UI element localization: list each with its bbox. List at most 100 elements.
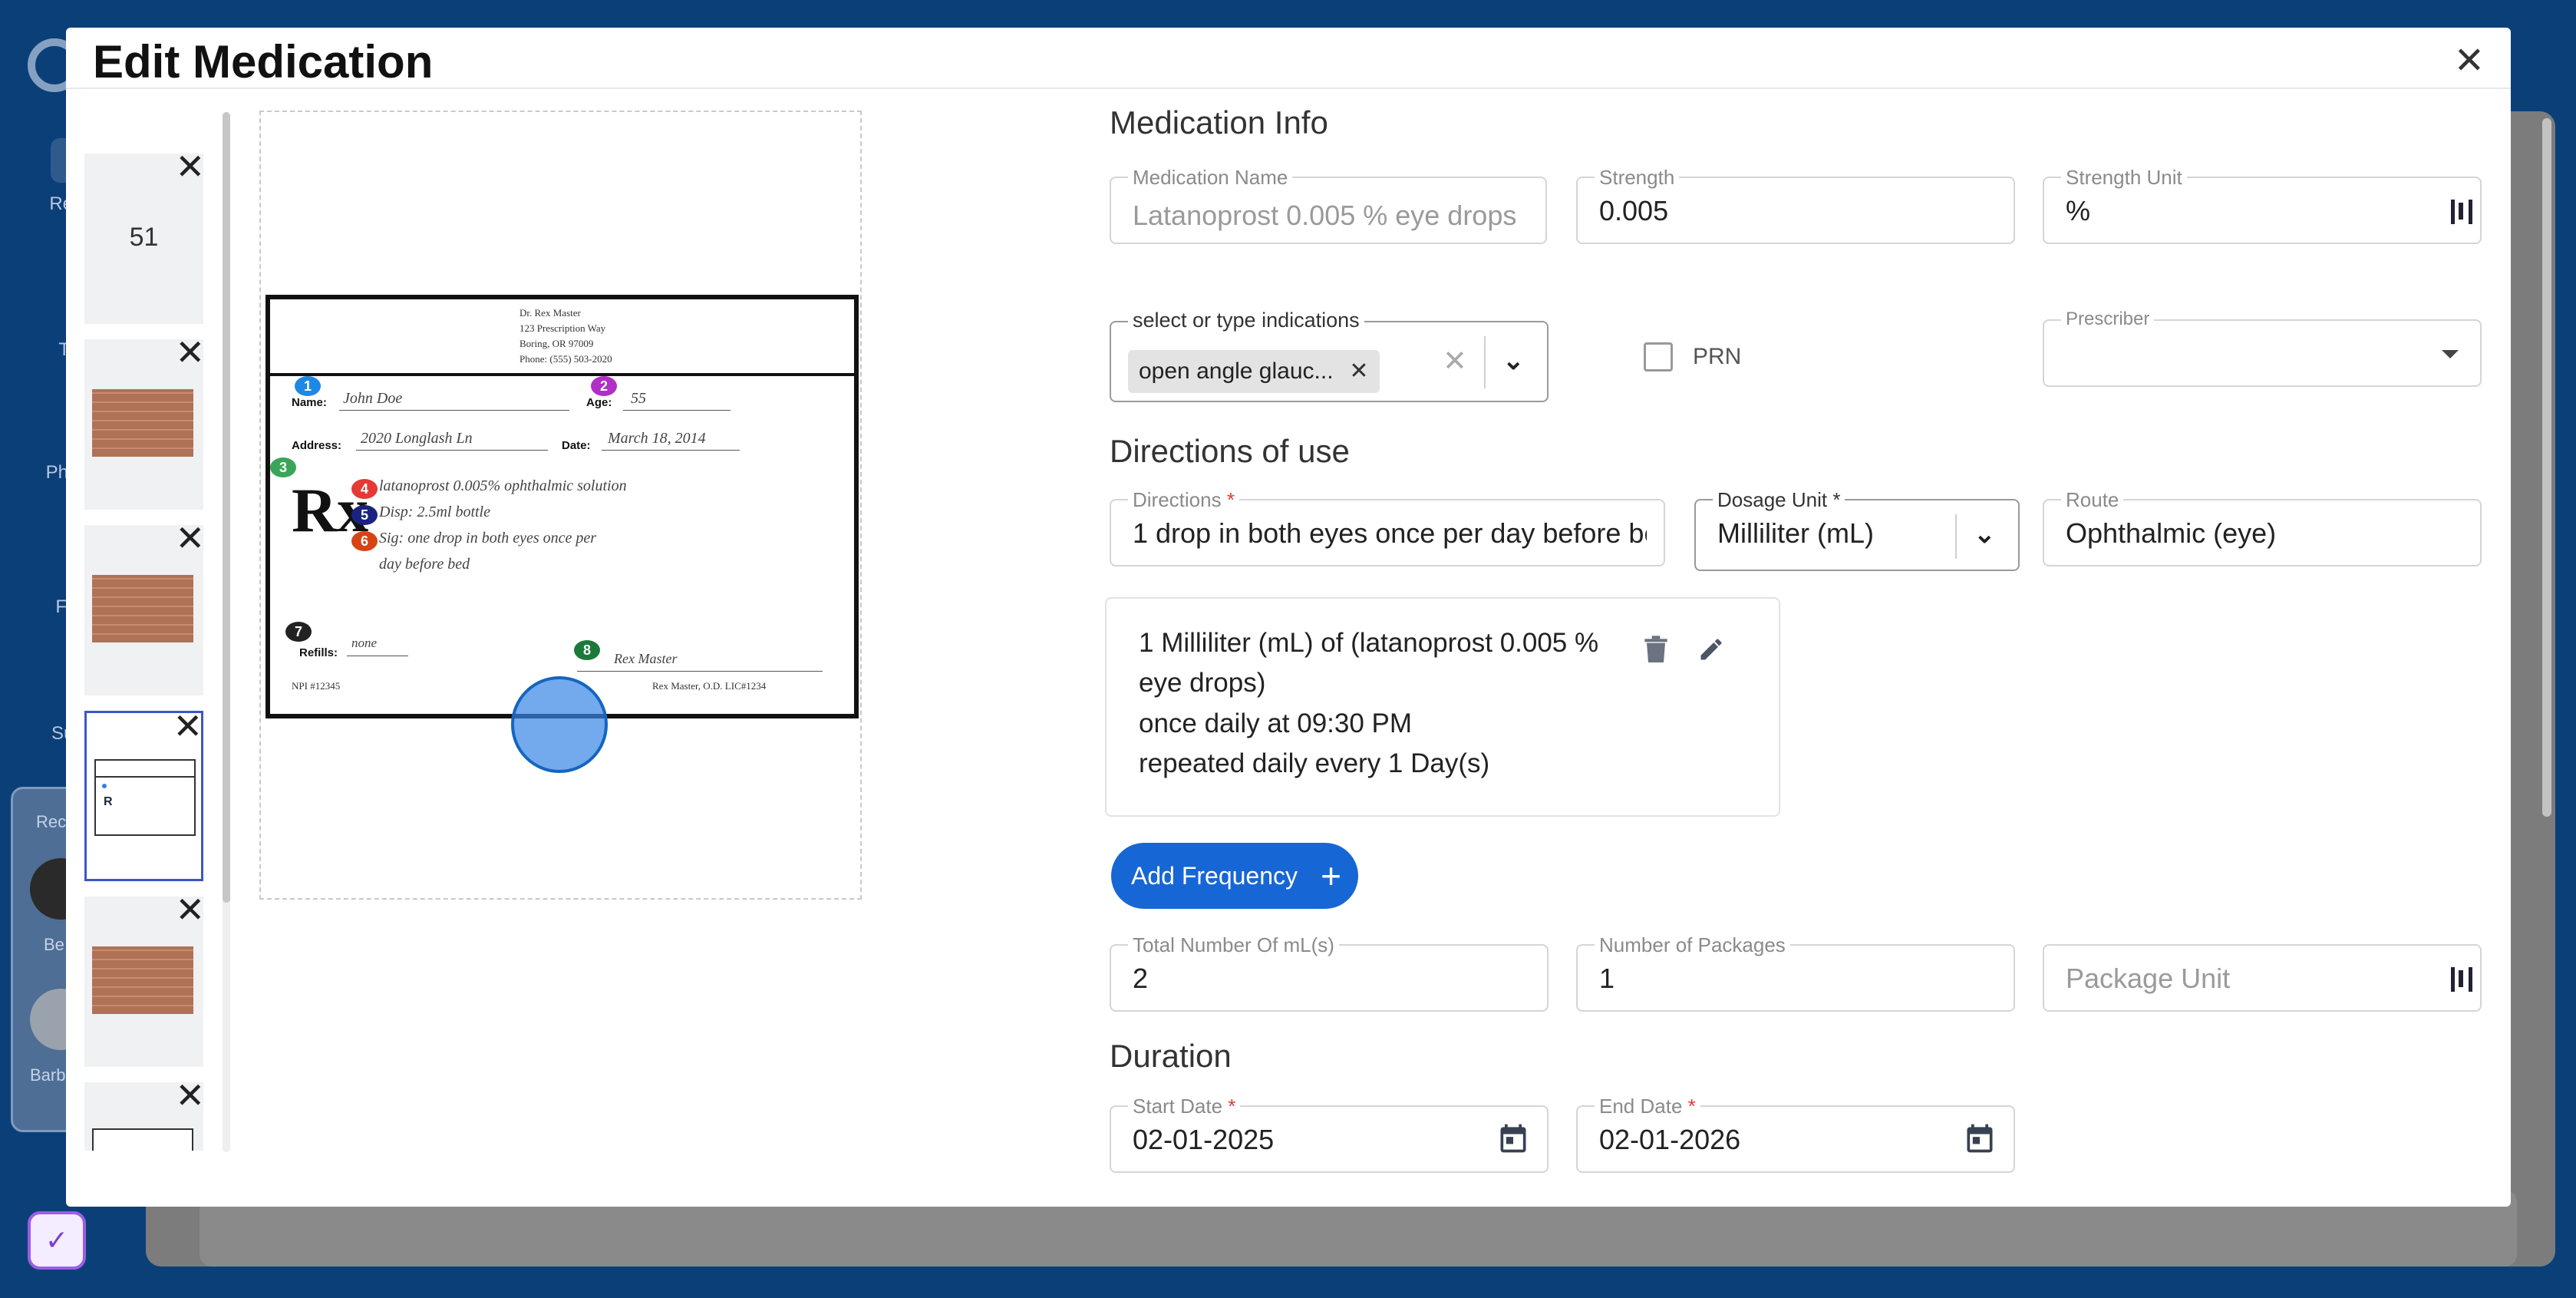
refills-value: none xyxy=(351,636,378,650)
start-date-label: Start Date xyxy=(1133,1095,1223,1118)
annotation-badge: 6 xyxy=(351,531,378,551)
disp-text: Disp: 2.5ml bottle xyxy=(379,504,490,520)
annotation-badge: 5 xyxy=(351,505,378,525)
medication-info-title: Medication Info xyxy=(1110,104,1328,140)
thumbnail-prescription xyxy=(92,1128,193,1151)
calendar-icon[interactable] xyxy=(1963,1121,1997,1156)
thumbnail-item[interactable]: 51 ✕ xyxy=(84,149,205,324)
chevron-down-icon[interactable]: ⌄ xyxy=(1974,519,1996,550)
total-quantity-field[interactable]: Total Number Of mL(s) 2 xyxy=(1110,933,1549,1012)
barcode-scan-icon[interactable] xyxy=(2451,200,2472,224)
remove-thumbnail-icon[interactable]: ✕ xyxy=(175,520,205,556)
calendar-icon[interactable] xyxy=(1496,1121,1530,1156)
directions-title: Directions of use xyxy=(1110,433,1350,469)
delete-icon[interactable] xyxy=(1644,636,1668,669)
start-date-field[interactable]: Start Date * 02-01-2025 xyxy=(1110,1095,1549,1173)
directions-field[interactable]: Directions * 1 drop in both eyes once pe… xyxy=(1110,488,1665,566)
edit-pencil-icon[interactable] xyxy=(1697,636,1725,667)
prescriber-label: Prescriber xyxy=(2061,309,2155,330)
end-date-field[interactable]: End Date * 02-01-2026 xyxy=(1576,1095,2015,1173)
route-field[interactable]: Route Ophthalmic (eye) xyxy=(2043,488,2482,566)
directions-value: 1 drop in both eyes once per day before … xyxy=(1133,517,1647,549)
drag-handle[interactable] xyxy=(511,676,608,773)
thumbnail-item-selected[interactable]: R ✕ xyxy=(84,708,203,881)
total-quantity-label: Total Number Of mL(s) xyxy=(1128,933,1339,957)
strength-unit-field[interactable]: Strength Unit % xyxy=(2043,166,2482,244)
chevron-down-icon[interactable]: ⌄ xyxy=(1502,345,1525,376)
drug-text: latanoprost 0.005% ophthalmic solution xyxy=(379,477,627,494)
thumbnails-scrollbar[interactable] xyxy=(223,112,230,1152)
prn-checkbox[interactable] xyxy=(1644,342,1673,372)
signature: Rex Master xyxy=(614,651,678,666)
annotation-badge: 2 xyxy=(591,376,617,396)
dosage-unit-select[interactable]: Dosage Unit * Milliliter (mL) ⌄ xyxy=(1694,488,2020,571)
thumbnail-page-number: 51 xyxy=(129,223,159,252)
edit-medication-modal: Edit Medication ✕ 51 ✕ ✕ ✕ R ✕ ✕ ✕ Dr. R… xyxy=(66,28,2551,1207)
assistant-fab-button[interactable]: ✓ xyxy=(28,1211,86,1270)
indication-chip[interactable]: open angle glauc... ✕ xyxy=(1128,350,1380,393)
prescription-image: Dr. Rex Master 123 Prescription Way Bori… xyxy=(266,295,859,718)
address-label: Address: xyxy=(292,439,342,452)
indication-chip-label: open angle glauc... xyxy=(1139,358,1334,384)
date-label: Date: xyxy=(562,439,591,452)
recent-card-title: Rec xyxy=(36,812,67,831)
sig-text-cont: day before bed xyxy=(379,556,470,573)
remove-thumbnail-icon[interactable]: ✕ xyxy=(175,892,205,927)
dosage-unit-value: Milliliter (mL) xyxy=(1717,517,1874,549)
signer-text: Rex Master, O.D. LIC#1234 xyxy=(652,680,767,692)
modal-header: Edit Medication ✕ xyxy=(66,28,2511,89)
strength-field[interactable]: Strength 0.005 xyxy=(1576,166,2015,244)
clear-icon[interactable]: ✕ xyxy=(1443,344,1467,378)
form-scrollbar[interactable] xyxy=(2542,118,2551,1177)
frequency-card: 1 Milliliter (mL) of (latanoprost 0.005 … xyxy=(1105,597,1780,817)
thumbnail-image xyxy=(92,575,193,642)
patient-address: 2020 Longlash Ln xyxy=(361,430,473,447)
end-date-label: End Date xyxy=(1599,1095,1683,1118)
remove-chip-icon[interactable]: ✕ xyxy=(1349,350,1368,393)
indications-select[interactable]: select or type indications open angle gl… xyxy=(1110,309,1549,402)
plus-icon: + xyxy=(1321,856,1341,896)
package-unit-placeholder: Package Unit xyxy=(2066,963,2231,994)
sig-text: Sig: one drop in both eyes once per xyxy=(379,530,597,547)
patient-age: 55 xyxy=(631,390,646,407)
package-unit-field[interactable]: Package Unit xyxy=(2043,944,2482,1012)
annotation-badge: 4 xyxy=(351,479,378,499)
pencil-check-icon: ✓ xyxy=(45,1224,69,1256)
total-quantity-value: 2 xyxy=(1133,963,1149,994)
strength-label: Strength xyxy=(1595,166,1680,190)
duration-title: Duration xyxy=(1110,1038,1232,1074)
rx-date: March 18, 2014 xyxy=(608,430,706,447)
thumbnail-prescription: R xyxy=(94,759,196,836)
recent-name: Be xyxy=(44,935,64,954)
thumbnail-item[interactable]: ✕ xyxy=(84,335,205,510)
thumbnail-image xyxy=(92,389,193,457)
frequency-dosage-text-cont: eye drops) xyxy=(1139,668,1266,698)
npi-text: NPI #12345 xyxy=(292,680,341,692)
strength-value: 0.005 xyxy=(1599,195,1669,226)
patient-name: John Doe xyxy=(343,390,403,407)
thumbnail-item[interactable]: ✕ xyxy=(84,892,205,1067)
name-label: Name: xyxy=(292,396,327,409)
dosage-unit-label: Dosage Unit xyxy=(1717,488,1828,511)
remove-thumbnail-icon[interactable]: ✕ xyxy=(173,708,203,744)
refills-label: Refills: xyxy=(299,646,338,659)
close-icon[interactable]: ✕ xyxy=(2454,43,2485,80)
document-preview: Dr. Rex Master 123 Prescription Way Bori… xyxy=(259,111,862,900)
prescriber-phone: Phone: (555) 503-2020 xyxy=(519,353,612,365)
barcode-scan-icon[interactable] xyxy=(2451,967,2472,992)
annotation-badge: 7 xyxy=(285,622,312,642)
add-frequency-button[interactable]: Add Frequency + xyxy=(1111,843,1358,909)
prn-label: PRN xyxy=(1693,344,1742,369)
thumbnail-item[interactable]: ✕ xyxy=(84,520,205,695)
prescriber-select[interactable]: Prescriber xyxy=(2043,309,2482,387)
medication-name-field[interactable]: Medication Name Latanoprost 0.005 % eye … xyxy=(1110,166,1547,244)
remove-thumbnail-icon[interactable]: ✕ xyxy=(175,149,205,184)
annotation-badge: 8 xyxy=(574,640,600,660)
remove-thumbnail-icon[interactable]: ✕ xyxy=(175,1078,205,1113)
remove-thumbnail-icon[interactable]: ✕ xyxy=(175,335,205,370)
thumbnail-item[interactable]: ✕ xyxy=(84,1078,205,1151)
document-thumbnails: 51 ✕ ✕ ✕ R ✕ ✕ ✕ xyxy=(84,126,211,1151)
prescriber-address: 123 Prescription Way xyxy=(519,322,606,334)
packages-field[interactable]: Number of Packages 1 xyxy=(1576,933,2015,1012)
strength-unit-value: % xyxy=(2066,195,2091,226)
